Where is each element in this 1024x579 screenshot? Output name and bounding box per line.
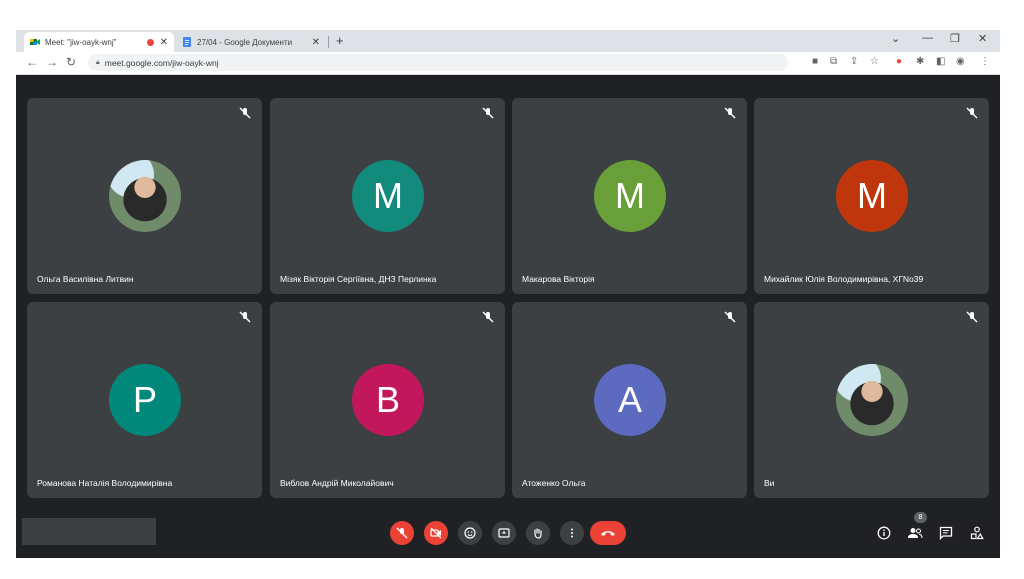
mic-off-icon [482, 107, 494, 119]
leave-call-button[interactable] [590, 521, 626, 545]
more-vert-icon [571, 528, 573, 538]
tab-docs[interactable]: 27/04 - Google Документи ✕ [176, 32, 326, 52]
back-icon[interactable]: ← [26, 55, 38, 69]
self-photo-avatar [836, 364, 908, 436]
close-tab-icon[interactable]: ✕ [160, 37, 168, 48]
new-tab-icon[interactable]: + [336, 33, 344, 48]
camera-in-use-icon[interactable]: ■ [812, 56, 818, 67]
tab-title: 27/04 - Google Документи [197, 37, 293, 47]
present-icon [498, 528, 510, 538]
participant-name: Макарова Вікторія [522, 274, 595, 284]
hang-up-icon [601, 531, 615, 536]
people-icon[interactable] [906, 524, 924, 542]
recording-dot-icon [146, 38, 154, 46]
side-panel-icon[interactable]: ◧ [936, 56, 945, 67]
share-icon[interactable]: ⇪ [850, 56, 858, 67]
camera-toggle-button[interactable] [424, 521, 448, 545]
participant-tile[interactable]: M Мізяк Вікторія Сергіївна, ДНЗ Перлинка [270, 98, 505, 294]
browser-window: Meet: "jiw-oayk-wnj" ✕ 27/04 - Google До… [16, 30, 1000, 558]
participant-initial-avatar: P [109, 364, 181, 436]
participant-tile[interactable]: Ви [754, 302, 989, 498]
activities-icon[interactable] [968, 524, 986, 542]
mic-off-icon [966, 107, 978, 119]
participant-tile[interactable]: A Атоженко Ольга [512, 302, 747, 498]
participant-name: Ольга Василівна Литвин [37, 274, 134, 284]
participant-name: Мізяк Вікторія Сергіївна, ДНЗ Перлинка [280, 274, 437, 284]
mic-off-icon [239, 107, 251, 119]
address-bar[interactable]: 🔒︎ meet.google.com/jiw-oayk-wnj [88, 54, 788, 71]
camera-off-icon [430, 527, 442, 539]
mic-off-icon [482, 311, 494, 323]
reload-icon[interactable]: ↻ [66, 55, 76, 69]
participant-name: Ви [764, 478, 775, 488]
mic-toggle-button[interactable] [390, 521, 414, 545]
extensions-icon[interactable]: ✱ [916, 56, 924, 67]
mic-off-icon [724, 311, 736, 323]
docs-favicon-icon [182, 37, 192, 47]
emoji-icon [464, 527, 476, 539]
raise-hand-button[interactable] [526, 521, 550, 545]
participant-tile[interactable]: B Виблов Андрій Миколайович [270, 302, 505, 498]
mic-off-icon [239, 311, 251, 323]
recording-extension-icon[interactable]: ● [896, 56, 902, 67]
lock-icon: 🔒︎ [96, 58, 100, 66]
participant-initial-avatar: M [594, 160, 666, 232]
bookmark-star-icon[interactable]: ☆ [870, 56, 879, 67]
forward-icon[interactable]: → [46, 55, 58, 69]
tab-meet[interactable]: Meet: "jiw-oayk-wnj" ✕ [24, 32, 174, 52]
restore-icon[interactable]: ❐ [950, 32, 960, 45]
browser-toolbar: ← → ↻ 🔒︎ meet.google.com/jiw-oayk-wnj ■ … [16, 52, 1000, 75]
close-window-icon[interactable]: ✕ [978, 32, 987, 45]
hand-icon [534, 528, 542, 539]
tab-strip: Meet: "jiw-oayk-wnj" ✕ 27/04 - Google До… [16, 30, 1000, 52]
participant-initial-avatar: M [836, 160, 908, 232]
participant-initial-avatar: B [352, 364, 424, 436]
meeting-info-icon[interactable] [875, 524, 893, 542]
profile-avatar-icon[interactable]: ◉ [956, 56, 965, 67]
mic-off-icon [396, 527, 408, 539]
participant-tile[interactable]: P Романова Наталія Володимирівна [27, 302, 262, 498]
reactions-button[interactable] [458, 521, 482, 545]
participant-name: Виблов Андрій Миколайович [280, 478, 394, 488]
participant-initial-avatar: M [352, 160, 424, 232]
participant-count-badge: 8 [914, 512, 927, 523]
minimize-icon[interactable]: — [922, 32, 933, 44]
participant-name: Атоженко Ольга [522, 478, 586, 488]
participant-name: Михайлик Юлія Володимирівна, ХГNo39 [764, 274, 924, 284]
tab-separator [328, 36, 329, 48]
participant-name: Романова Наталія Володимирівна [37, 478, 173, 488]
participant-tile[interactable]: M Макарова Вікторія [512, 98, 747, 294]
participant-photo-avatar [109, 160, 181, 232]
present-screen-button[interactable] [492, 521, 516, 545]
mic-off-icon [724, 107, 736, 119]
address-text: meet.google.com/jiw-oayk-wnj [104, 57, 219, 68]
participant-initial-avatar: A [594, 364, 666, 436]
participant-tile[interactable]: Ольга Василівна Литвин [27, 98, 262, 294]
translate-icon[interactable]: ⧉ [830, 56, 837, 67]
meet-favicon-icon [30, 37, 40, 47]
meeting-details-area [22, 518, 156, 545]
mic-off-icon [966, 311, 978, 323]
tab-title: Meet: "jiw-oayk-wnj" [45, 37, 117, 47]
browser-menu-icon[interactable]: ⋮ [980, 56, 990, 67]
chat-icon[interactable] [937, 524, 955, 542]
tab-search-icon[interactable]: ⌄ [891, 32, 900, 45]
close-tab-icon[interactable]: ✕ [312, 37, 320, 48]
more-options-button[interactable] [560, 521, 584, 545]
participant-tile[interactable]: M Михайлик Юлія Володимирівна, ХГNo39 [754, 98, 989, 294]
